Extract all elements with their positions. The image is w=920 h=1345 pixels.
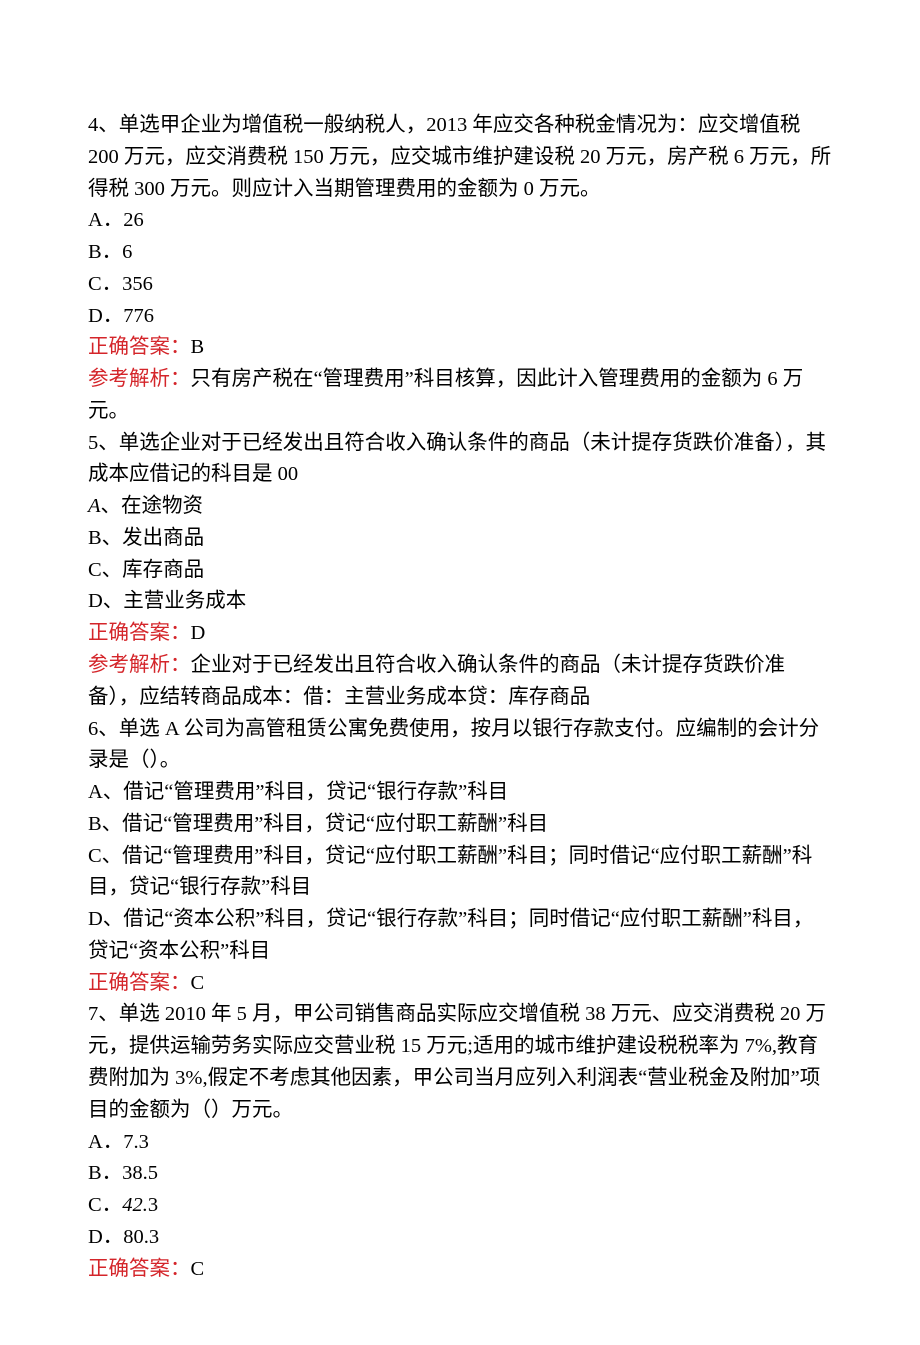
question-4-option-a: A．26 xyxy=(88,205,832,237)
question-5-option-b: B、发出商品 xyxy=(88,523,832,555)
question-5-option-d: D、主营业务成本 xyxy=(88,586,832,618)
option-italic-value: 42. xyxy=(122,1194,148,1216)
option-prefix: C． xyxy=(88,1194,122,1216)
question-6-option-d: D、借记“资本公积”科目，贷记“银行存款”科目；同时借记“应付职工薪酬”科目，贷… xyxy=(88,904,832,968)
question-7-option-d: D．80.3 xyxy=(88,1222,832,1254)
question-5-explanation: 参考解析：企业对于已经发出且符合收入确认条件的商品（未计提存货跌价准备），应结转… xyxy=(88,650,832,714)
option-text: 、在途物资 xyxy=(101,495,204,517)
question-6-answer: 正确答案：C xyxy=(88,968,832,1000)
question-7-stem: 7、单选 2010 年 5 月，甲公司销售商品实际应交增值税 38 万元、应交消… xyxy=(88,999,832,1126)
option-letter-italic: A xyxy=(88,495,101,517)
answer-label: 正确答案： xyxy=(88,972,191,994)
question-6-option-c: C、借记“管理费用”科目，贷记“应付职工薪酬”科目；同时借记“应付职工薪酬”科目… xyxy=(88,841,832,905)
question-7-option-b: B．38.5 xyxy=(88,1158,832,1190)
question-4-option-d: D．776 xyxy=(88,301,832,333)
question-4-stem: 4、单选甲企业为增值税一般纳税人，2013 年应交各种税金情况为：应交增值税 2… xyxy=(88,110,832,205)
option-suffix: 3 xyxy=(148,1194,158,1216)
answer-value: C xyxy=(191,1258,205,1280)
question-7-option-c: C．42.3 xyxy=(88,1190,832,1222)
question-4-option-b: B．6 xyxy=(88,237,832,269)
answer-label: 正确答案： xyxy=(88,1258,191,1280)
question-6-stem: 6、单选 A 公司为高管租赁公寓免费使用，按月以银行存款支付。应编制的会计分录是… xyxy=(88,714,832,778)
answer-label: 正确答案： xyxy=(88,622,191,644)
question-5-option-a: A、在途物资 xyxy=(88,491,832,523)
document-page: 4、单选甲企业为增值税一般纳税人，2013 年应交各种税金情况为：应交增值税 2… xyxy=(0,0,920,1345)
question-4-option-c: C．356 xyxy=(88,269,832,301)
question-5-answer: 正确答案：D xyxy=(88,618,832,650)
question-7-option-a: A．7.3 xyxy=(88,1127,832,1159)
question-4-answer: 正确答案：B xyxy=(88,332,832,364)
question-6-option-b: B、借记“管理费用”科目，贷记“应付职工薪酬”科目 xyxy=(88,809,832,841)
question-7-answer: 正确答案：C xyxy=(88,1254,832,1286)
question-4-explanation: 参考解析：只有房产税在“管理费用”科目核算，因此计入管理费用的金额为 6 万元。 xyxy=(88,364,832,428)
question-5-option-c: C、库存商品 xyxy=(88,555,832,587)
explain-label: 参考解析： xyxy=(88,368,191,390)
answer-value: B xyxy=(191,336,205,358)
answer-value: C xyxy=(191,972,205,994)
answer-label: 正确答案： xyxy=(88,336,191,358)
explain-text: 企业对于已经发出且符合收入确认条件的商品（未计提存货跌价准备），应结转商品成本：… xyxy=(88,654,785,708)
explain-label: 参考解析： xyxy=(88,654,191,676)
question-5-stem: 5、单选企业对于已经发出且符合收入确认条件的商品（未计提存货跌价准备），其成本应… xyxy=(88,428,832,492)
answer-value: D xyxy=(191,622,206,644)
question-6-option-a: A、借记“管理费用”科目，贷记“银行存款”科目 xyxy=(88,777,832,809)
explain-text: 只有房产税在“管理费用”科目核算，因此计入管理费用的金额为 6 万元。 xyxy=(88,368,803,422)
